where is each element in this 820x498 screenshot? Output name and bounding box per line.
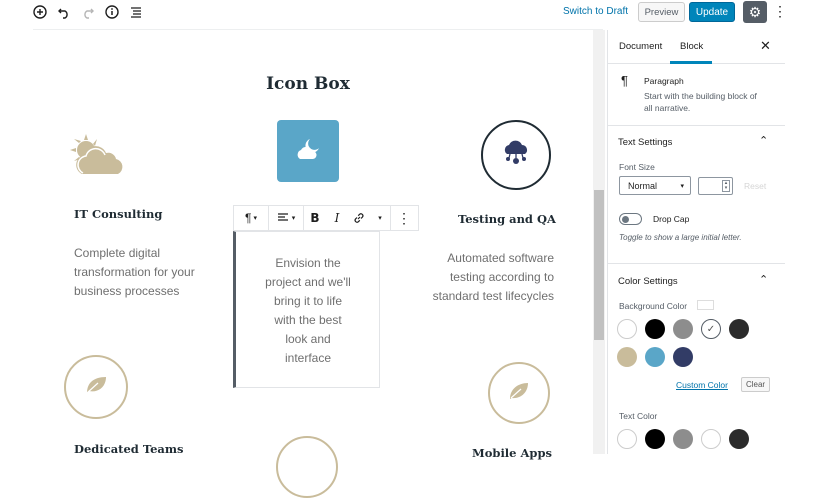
header-divider — [33, 29, 603, 30]
cloud-network-icon — [501, 140, 531, 171]
text-line: bring it to life — [273, 294, 343, 308]
color-settings-toggle[interactable]: Color Settings — [618, 276, 678, 287]
sun-cloud-icon — [66, 130, 126, 181]
text-line: testing according to — [449, 270, 554, 284]
settings-sidebar: Document Block ✕ ¶ Paragraph Start with … — [607, 30, 786, 454]
text-line: transformation for your — [74, 265, 195, 279]
sidebar-tabs: Document Block ✕ — [608, 30, 786, 64]
font-size-value: Normal — [628, 180, 658, 191]
moon-cloud-icon — [294, 137, 322, 166]
icon-circle[interactable] — [64, 355, 128, 419]
swatch-black[interactable] — [645, 429, 665, 449]
reset-button[interactable]: Reset — [744, 181, 766, 191]
swatch-white[interactable] — [617, 429, 637, 449]
text-line: Envision the — [275, 256, 341, 270]
tab-document[interactable]: Document — [619, 41, 662, 52]
tab-block[interactable]: Block — [680, 41, 703, 52]
check-icon: ✓ — [706, 323, 716, 335]
swatch-tan[interactable] — [617, 347, 637, 367]
icon-circle[interactable] — [488, 362, 550, 424]
more-options-icon[interactable]: ⋮ — [391, 206, 417, 230]
swatch-white[interactable] — [617, 319, 637, 339]
text-line: Complete digital — [74, 246, 161, 260]
more-rich-text-icon[interactable]: ▾ — [370, 206, 390, 230]
bold-icon[interactable]: B — [304, 206, 326, 230]
block-description: all narrative. — [644, 103, 691, 113]
text-color-label: Text Color — [619, 411, 658, 421]
swatch-navy[interactable] — [673, 347, 693, 367]
block-toolbar: ¶ ▾ ▾ B I ▾ ⋮ — [233, 205, 419, 231]
switch-to-draft-link[interactable]: Switch to Draft — [563, 6, 628, 17]
box-heading[interactable]: IT Consulting — [74, 207, 162, 221]
chevron-up-icon[interactable]: ⌃ — [759, 134, 768, 147]
block-description: Start with the building block of — [644, 91, 757, 101]
leaf-icon — [508, 381, 530, 406]
close-icon[interactable]: ✕ — [760, 38, 771, 54]
text-line: look and — [285, 332, 331, 346]
active-tab-indicator — [670, 61, 712, 64]
box-text[interactable]: Envision the project and we'll bring it … — [236, 254, 380, 368]
text-line: business processes — [74, 284, 180, 298]
page-title[interactable]: Icon Box — [233, 74, 383, 94]
paragraph-icon: ¶ — [621, 73, 628, 88]
custom-color-link[interactable]: Custom Color — [676, 380, 728, 390]
swatch-dark[interactable] — [729, 429, 749, 449]
link-icon[interactable] — [348, 206, 370, 230]
text-line: project and we'll — [265, 275, 351, 289]
redo-icon[interactable] — [80, 4, 96, 20]
more-vertical-icon[interactable]: ⋮ — [773, 2, 787, 22]
text-line: interface — [284, 351, 332, 365]
swatch-white-selected[interactable]: ✓ — [701, 319, 721, 339]
divider — [608, 263, 786, 264]
box-heading[interactable]: Mobile Apps — [472, 446, 552, 460]
font-size-label: Font Size — [619, 162, 655, 172]
leaf-icon — [84, 375, 108, 400]
icon-circle[interactable] — [481, 120, 551, 190]
update-button[interactable]: Update — [689, 2, 735, 22]
icon-box-blue[interactable] — [277, 120, 339, 182]
swatch-dark[interactable] — [729, 319, 749, 339]
swatch-black[interactable] — [645, 319, 665, 339]
swatch-white[interactable] — [701, 429, 721, 449]
add-block-icon[interactable] — [32, 4, 48, 20]
text-line: standard test lifecycles — [432, 289, 554, 303]
gear-icon: ⚙ — [748, 3, 762, 20]
icon-circle[interactable] — [276, 436, 338, 498]
color-indicator — [697, 300, 714, 310]
editor-header: Switch to Draft Preview Update ⚙ ⋮ — [0, 0, 820, 26]
font-size-select[interactable]: Normal ▾ — [619, 176, 691, 195]
text-line: with the best — [274, 313, 342, 327]
align-icon[interactable]: ▾ — [269, 206, 303, 230]
swatch-gray[interactable] — [673, 319, 693, 339]
settings-button[interactable]: ⚙ — [743, 1, 767, 23]
swatch-blue[interactable] — [645, 347, 665, 367]
info-icon[interactable] — [104, 4, 120, 20]
paragraph-icon[interactable]: ¶ ▾ — [234, 206, 268, 230]
box-heading[interactable]: Testing and QA — [458, 212, 556, 226]
box-text[interactable]: Automated software testing according to … — [404, 249, 554, 306]
chevron-down-icon: ▾ — [680, 182, 684, 190]
drop-cap-help: Toggle to show a large initial letter. — [619, 233, 742, 242]
italic-icon[interactable]: I — [326, 206, 348, 230]
preview-button[interactable]: Preview — [638, 2, 685, 22]
text-settings-toggle[interactable]: Text Settings — [618, 137, 672, 148]
drop-cap-label: Drop Cap — [653, 214, 690, 224]
list-view-icon[interactable] — [128, 4, 144, 20]
clear-button[interactable]: Clear — [741, 377, 770, 392]
window-edge — [785, 30, 820, 454]
block-name: Paragraph — [644, 76, 684, 86]
chevron-up-icon[interactable]: ⌃ — [759, 273, 768, 286]
scrollbar-thumb[interactable] — [594, 190, 604, 340]
stepper-icon[interactable]: ▴ ▾ — [722, 180, 730, 192]
text-line: Automated software — [447, 251, 554, 265]
background-color-label: Background Color — [619, 301, 688, 311]
swatch-gray[interactable] — [673, 429, 693, 449]
divider — [608, 125, 786, 126]
drop-cap-toggle[interactable] — [619, 213, 642, 225]
box-text[interactable]: Complete digital transformation for your… — [74, 244, 224, 301]
toggle-knob — [622, 215, 629, 223]
undo-icon[interactable] — [56, 4, 72, 20]
custom-font-size-input[interactable]: ▴ ▾ — [698, 177, 733, 195]
